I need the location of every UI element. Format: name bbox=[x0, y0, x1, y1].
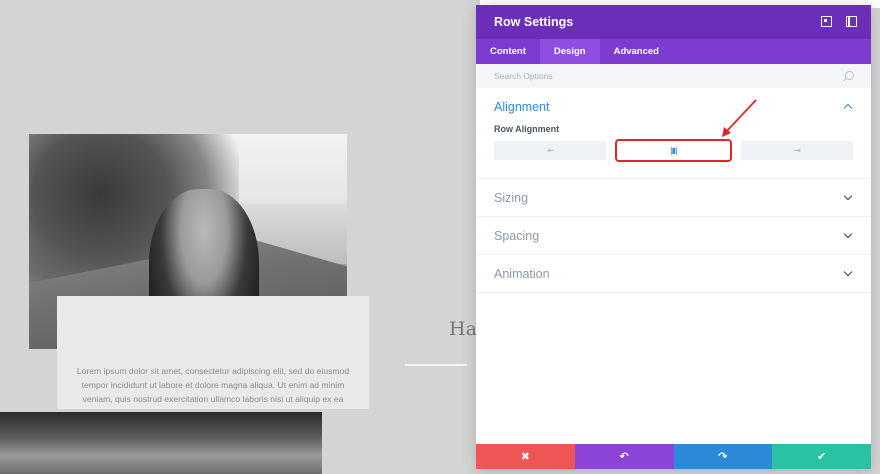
section-spacing-toggle[interactable]: Spacing bbox=[476, 217, 871, 254]
tab-bar: Content Design Advanced bbox=[476, 39, 871, 64]
align-right-button[interactable]: ⇥ bbox=[740, 141, 853, 160]
landscape-photo bbox=[0, 412, 322, 474]
section-title: Sizing bbox=[494, 190, 529, 205]
align-right-icon: ⇥ bbox=[793, 146, 801, 155]
section-title: Spacing bbox=[494, 228, 540, 243]
section-animation: Animation bbox=[476, 255, 871, 293]
card-body-text: Lorem ipsum dolor sit amet, consectetur … bbox=[76, 366, 350, 404]
undo-button[interactable]: ↶ bbox=[574, 444, 674, 469]
tab-content[interactable]: Content bbox=[476, 39, 540, 64]
expand-icon[interactable] bbox=[821, 16, 832, 27]
section-title: Alignment bbox=[494, 99, 550, 114]
tab-advanced[interactable]: Advanced bbox=[600, 39, 673, 64]
section-animation-toggle[interactable]: Animation bbox=[476, 255, 871, 292]
section-alignment-toggle[interactable]: Alignment bbox=[476, 88, 871, 125]
section-heading: Ha bbox=[449, 318, 477, 340]
cancel-button[interactable]: ✖ bbox=[476, 444, 575, 469]
panel-footer: ✖ ↶ ↷ ✔ bbox=[476, 444, 871, 469]
chevron-up-icon bbox=[843, 103, 853, 113]
row-alignment-label: Row Alignment bbox=[494, 124, 560, 134]
heading-divider bbox=[405, 364, 467, 366]
save-button[interactable]: ✔ bbox=[772, 444, 871, 469]
section-alignment: Alignment Row Alignment ⇤ |▮| ⇥ bbox=[476, 88, 871, 179]
redo-button[interactable]: ↷ bbox=[673, 444, 773, 469]
tab-design[interactable]: Design bbox=[539, 39, 600, 64]
dock-sidebar-icon[interactable] bbox=[846, 16, 857, 27]
section-spacing: Spacing bbox=[476, 217, 871, 255]
redo-icon: ↷ bbox=[718, 450, 728, 463]
align-left-button[interactable]: ⇤ bbox=[494, 141, 607, 160]
search-bar bbox=[476, 64, 871, 88]
align-center-icon: |▮| bbox=[670, 146, 678, 155]
undo-icon: ↶ bbox=[619, 450, 629, 463]
chevron-down-icon bbox=[843, 229, 853, 239]
section-sizing: Sizing bbox=[476, 179, 871, 217]
row-settings-panel: Row Settings Content Design Advanced Ali… bbox=[476, 5, 871, 469]
search-input[interactable] bbox=[494, 71, 814, 81]
row-alignment-options: ⇤ |▮| ⇥ bbox=[476, 134, 871, 178]
section-title: Animation bbox=[494, 266, 550, 281]
chevron-down-icon bbox=[843, 267, 853, 277]
panel-header: Row Settings bbox=[476, 5, 871, 39]
search-icon[interactable] bbox=[845, 71, 854, 80]
close-icon: ✖ bbox=[520, 450, 530, 463]
align-left-icon: ⇤ bbox=[547, 146, 554, 155]
chevron-down-icon bbox=[843, 191, 853, 201]
align-center-button[interactable]: |▮| bbox=[615, 139, 732, 162]
checkmark-icon: ✔ bbox=[817, 450, 827, 463]
text-card: Lorem ipsum dolor sit amet, consectetur … bbox=[57, 296, 369, 409]
section-sizing-toggle[interactable]: Sizing bbox=[476, 179, 871, 216]
panel-title: Row Settings bbox=[494, 15, 574, 29]
